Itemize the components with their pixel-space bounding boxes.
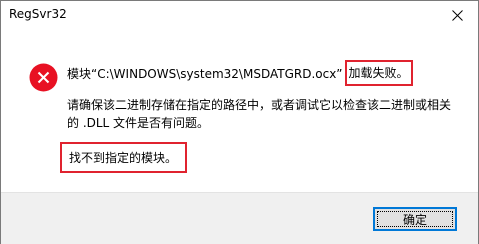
detail-text: 请确保该二进制存储在指定的路径中，或者调试它以检查该二进制或相关的 .DLL 文… bbox=[67, 98, 452, 130]
title-bar: RegSvr32 bbox=[1, 1, 478, 30]
dialog-content: 模块“C:\WINDOWS\system32\MSDATGRD.ocx” 加载失败… bbox=[1, 30, 478, 192]
load-failed-text: 加载失败。 bbox=[344, 60, 413, 86]
module-not-found-text: 找不到指定的模块。 bbox=[60, 142, 188, 173]
message-line: 模块“C:\WINDOWS\system32\MSDATGRD.ocx” 加载失败… bbox=[67, 60, 413, 87]
dialog-window: RegSvr32 模块“C:\WINDOWS\system32\MSDATGRD… bbox=[0, 0, 479, 244]
button-bar: 确定 bbox=[1, 192, 478, 244]
module-path-text: 模块“C:\WINDOWS\system32\MSDATGRD.ocx” bbox=[67, 67, 343, 81]
window-title: RegSvr32 bbox=[9, 7, 67, 21]
error-icon bbox=[29, 63, 58, 92]
close-icon bbox=[451, 10, 463, 21]
close-button[interactable] bbox=[436, 1, 478, 30]
ok-button[interactable]: 确定 bbox=[373, 207, 457, 231]
